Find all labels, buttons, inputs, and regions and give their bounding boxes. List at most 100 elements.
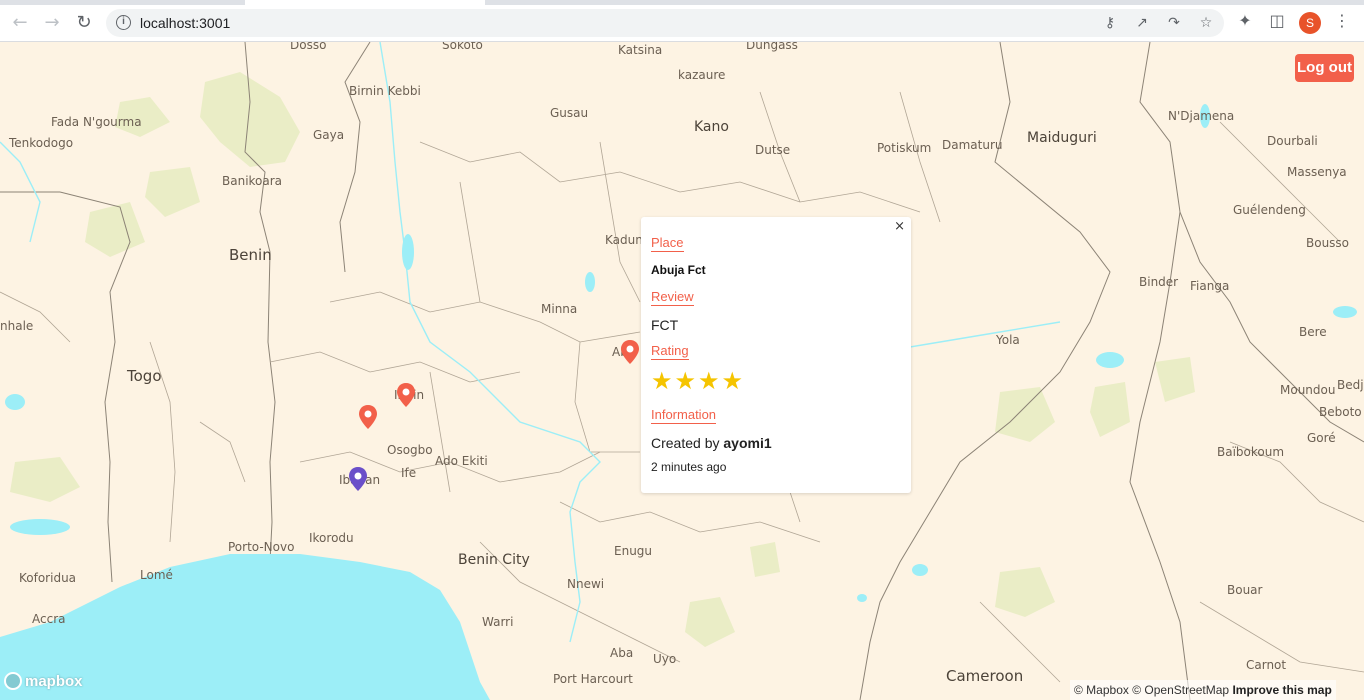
browser-toolbar: ← → ↻ i localhost:3001 ⚷ ↗ ↷ ☆ ✦ ◫ S ⋮ [0, 0, 1364, 42]
place-label: Massenya [1287, 165, 1347, 179]
active-tab[interactable] [245, 0, 485, 5]
place-label: Fianga [1190, 279, 1230, 293]
kebab-menu-icon[interactable]: ⋮ [1333, 12, 1351, 30]
mapbox-logo[interactable]: mapbox [4, 670, 83, 692]
place-label: Sokoto [442, 42, 483, 52]
place-label: Bere [1299, 325, 1327, 339]
place-label: Benin City [458, 552, 530, 568]
place-label: Katsina [618, 43, 663, 57]
place-label: Minna [541, 302, 578, 316]
share-icon[interactable]: ↷ [1166, 15, 1182, 31]
place-label: Dourbali [1267, 134, 1318, 148]
key-icon[interactable]: ⚷ [1102, 15, 1118, 31]
place-label: Dutse [755, 143, 791, 157]
place-label: Uyo [653, 652, 677, 666]
mapbox-logo-icon [4, 672, 22, 690]
map-pin-icon[interactable] [396, 382, 416, 408]
place-label: Gusau [550, 106, 589, 120]
created-by-user: ayomi1 [723, 435, 772, 451]
review-value: FCT [651, 317, 679, 333]
place-label: Nnewi [567, 577, 605, 591]
created-by-prefix: Created by [651, 435, 720, 451]
place-label: Tenkodogo [9, 136, 74, 150]
map-canvas[interactable]: Dosso Sokoto Katsina Dungass kazaure Bir… [0, 42, 1364, 700]
star-outline-icon[interactable]: ☆ [1198, 15, 1214, 31]
puzzle-icon[interactable]: ✦ [1236, 12, 1254, 30]
place-label: Potiskum [877, 141, 932, 155]
place-label: Enugu [614, 544, 653, 558]
place-label: kazaure [678, 68, 726, 82]
place-heading: Place [651, 235, 684, 252]
place-label: Ife [401, 466, 417, 480]
information-heading: Information [651, 407, 717, 424]
place-label: Bousso [1306, 236, 1350, 250]
place-label: Ikorodu [309, 531, 354, 545]
place-label: Baïbokoum [1217, 445, 1285, 459]
place-label: Koforidua [19, 571, 77, 585]
place-label: Birnin Kebbi [349, 84, 421, 98]
map-attribution: © Mapbox © OpenStreetMap Improve this ma… [1070, 680, 1336, 700]
map-pin-icon[interactable] [620, 339, 640, 365]
avatar[interactable]: S [1299, 12, 1321, 34]
star-icon: ★ [651, 367, 673, 395]
place-label: Ado Ekiti [435, 454, 488, 468]
place-label: Aba [610, 646, 634, 660]
place-label: Beboto [1319, 405, 1362, 419]
place-label: Togo [127, 367, 162, 385]
place-label: Bouar [1227, 583, 1263, 597]
place-label: Lomé [140, 568, 173, 582]
place-label: Yola [996, 333, 1020, 347]
mapbox-attribution-link[interactable]: © Mapbox [1074, 683, 1129, 697]
place-label: Moundou [1280, 383, 1336, 397]
place-value: Abuja Fct [651, 263, 706, 277]
forward-arrow-icon[interactable]: → [41, 11, 63, 33]
side-panel-icon[interactable]: ◫ [1268, 12, 1286, 30]
place-label: Dosso [290, 42, 327, 52]
review-heading: Review [651, 289, 694, 306]
place-label: Binder [1139, 275, 1179, 289]
place-label: Cameroon [946, 667, 1024, 685]
place-label: Osogbo [387, 443, 433, 457]
place-label: Warri [482, 615, 514, 629]
place-label: N'Djamena [1168, 109, 1235, 123]
address-bar[interactable]: i localhost:3001 ⚷ ↗ ↷ ☆ [106, 9, 1224, 37]
place-label: Kano [694, 119, 729, 135]
place-label: nhale [0, 319, 34, 333]
star-icon: ★ [698, 367, 720, 395]
star-icon: ★ [674, 367, 697, 395]
place-label: Goré [1307, 431, 1336, 445]
mapbox-logo-text: mapbox [25, 672, 83, 690]
place-label: Carnot [1246, 658, 1287, 672]
time-ago: 2 minutes ago [651, 460, 727, 474]
close-icon[interactable]: × [894, 219, 905, 234]
place-label: Gaya [313, 128, 345, 142]
tab-strip [0, 0, 1364, 5]
back-arrow-icon[interactable]: ← [9, 11, 31, 33]
created-by-text: Created by ayomi1 [651, 435, 772, 451]
map-pin-icon[interactable] [358, 404, 378, 430]
place-label: Port Harcourt [553, 672, 633, 686]
place-popup: × Place Abuja Fct Review FCT Rating ★ ★ ★ ★… [641, 217, 911, 493]
map-pin-icon[interactable] [348, 466, 368, 492]
star-icon: ★ [721, 367, 744, 395]
reload-icon[interactable]: ↻ [73, 11, 95, 33]
place-label: Kadun [605, 233, 643, 247]
info-icon[interactable]: i [116, 15, 131, 30]
place-label: Dungass [746, 42, 798, 52]
place-label: Banikoara [222, 174, 283, 188]
place-label: Fada N'gourma [51, 115, 142, 129]
place-label: Damaturu [942, 138, 1003, 152]
rating-heading: Rating [651, 343, 689, 360]
osm-attribution-link[interactable]: © OpenStreetMap [1132, 683, 1229, 697]
url-text[interactable]: localhost:3001 [140, 15, 230, 31]
external-link-icon[interactable]: ↗ [1134, 15, 1150, 31]
logout-button[interactable]: Log out [1295, 54, 1354, 82]
improve-map-link[interactable]: Improve this map [1232, 683, 1331, 697]
place-label: Guélendeng [1233, 203, 1306, 217]
place-label: Benin [229, 246, 272, 264]
place-label: Porto-Novo [228, 540, 295, 554]
place-label: Maiduguri [1027, 130, 1097, 146]
place-label: Bedj [1337, 378, 1364, 392]
place-label: Accra [32, 612, 66, 626]
rating-stars: ★ ★ ★ ★ [651, 369, 743, 393]
